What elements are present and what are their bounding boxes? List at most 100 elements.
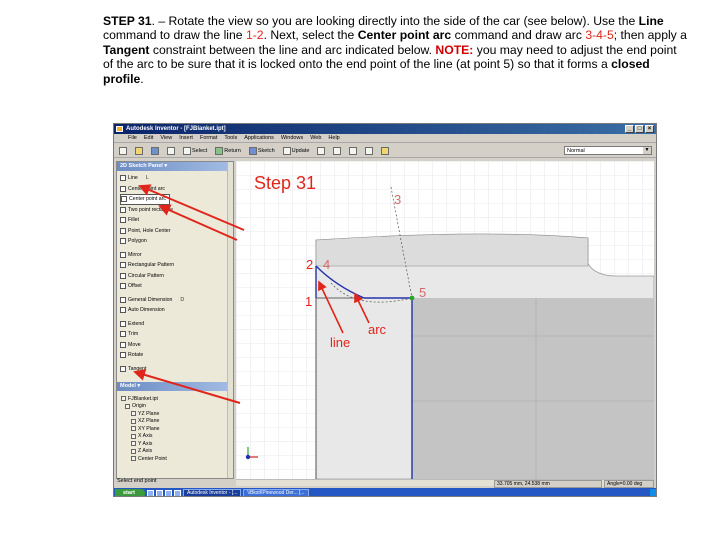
cmd-two-point-rectangle[interactable]: Two point rectangle: [120, 205, 233, 216]
panel-scrollbar[interactable]: [227, 162, 233, 478]
menu-view[interactable]: View: [160, 134, 172, 142]
cmd-center-point-circle[interactable]: Center point arc: [120, 184, 233, 195]
instruction-line-3: Tangent constraint between the line and …: [103, 43, 693, 57]
instruction-text-part: of the arc to be sure that it is locked …: [103, 57, 612, 72]
cmd-fillet[interactable]: Fillet: [120, 215, 233, 226]
window-title: Autodesk Inventor - [FJBlanket.ipt]: [126, 126, 226, 132]
cmd-trim[interactable]: Trim: [120, 329, 233, 340]
display-style-select[interactable]: Normal ▼: [564, 146, 652, 155]
close-button[interactable]: ×: [645, 125, 654, 133]
tree-item-yz-plane[interactable]: YZ Plane: [121, 410, 167, 418]
cmd-polygon[interactable]: Polygon: [120, 236, 233, 247]
menu-bar: File Edit View Insert Format Tools Appli…: [114, 134, 656, 143]
cmd-label: Rotate: [128, 352, 144, 359]
cmd-point-hole-center[interactable]: Point, Hole Center: [120, 226, 233, 237]
polygon-tool-icon: [120, 238, 126, 245]
cmd-line[interactable]: Line L: [120, 173, 233, 184]
model-tree: FJBlanket.ipt Origin YZ Plane XZ Plane X…: [121, 395, 167, 463]
update-button[interactable]: Update: [281, 145, 312, 156]
menu-tools[interactable]: Tools: [224, 134, 237, 142]
cmd-label: General Dimension: [128, 296, 173, 303]
cmd-extend[interactable]: Extend: [120, 319, 233, 330]
axis-icon: [131, 441, 136, 447]
new-button[interactable]: [117, 145, 129, 156]
cmd-offset[interactable]: Offset: [120, 281, 233, 292]
rectangle-tool-icon: [120, 206, 126, 213]
cmd-center-point-arc[interactable]: Center point arc: [120, 194, 170, 205]
tree-item-part[interactable]: FJBlanket.ipt: [121, 395, 167, 403]
tree-item-center-point[interactable]: Center Point: [121, 455, 167, 463]
minimize-button[interactable]: _: [625, 125, 634, 133]
status-bar: Select end point: [114, 477, 236, 486]
cmd-label: Two point rectangle: [128, 206, 173, 213]
model-browser-header[interactable]: Model ▾: [117, 382, 233, 391]
menu-format[interactable]: Format: [200, 134, 217, 142]
tree-item-xz-plane[interactable]: XZ Plane: [121, 418, 167, 426]
tree-item-xy-plane[interactable]: XY Plane: [121, 425, 167, 433]
dimension-tool-icon: [120, 296, 126, 303]
cmd-shortcut: L: [145, 175, 149, 182]
tree-label: XZ Plane: [138, 418, 160, 425]
cmd-label: Auto Dimension: [128, 307, 165, 314]
folder-icon: [125, 403, 130, 409]
tree-item-origin[interactable]: Origin: [121, 403, 167, 411]
quicklaunch-icon[interactable]: [156, 489, 163, 496]
cmd-label: Tangent: [128, 365, 147, 372]
sketch-graphics: [236, 161, 654, 479]
menu-file[interactable]: File: [128, 134, 137, 142]
cmd-general-dimension[interactable]: General Dimension D: [120, 295, 233, 306]
open-button[interactable]: [133, 145, 145, 156]
graphics-canvas[interactable]: [236, 161, 654, 479]
orbit-button[interactable]: [347, 145, 359, 156]
start-label: start: [123, 489, 135, 496]
taskbar-item-explorer[interactable]: \\Bkstl\Pinewood Der... [...: [243, 489, 309, 496]
cmd-rotate[interactable]: Rotate: [120, 350, 233, 361]
cmd-move[interactable]: Move: [120, 340, 233, 351]
panel-header[interactable]: 2D Sketch Panel ▾: [117, 162, 233, 171]
cmd-tangent[interactable]: Tangent: [120, 364, 233, 375]
fillet-tool-icon: [120, 217, 126, 224]
point-1-label: 1: [305, 294, 313, 309]
menu-edit[interactable]: Edit: [144, 134, 153, 142]
menu-applications[interactable]: Applications: [244, 134, 274, 142]
point-tool-icon: [120, 227, 126, 234]
cmd-auto-dimension[interactable]: Auto Dimension: [120, 305, 233, 316]
save-button[interactable]: [149, 145, 161, 156]
menu-insert[interactable]: Insert: [179, 134, 193, 142]
instruction-text-part: ; then apply a: [613, 28, 687, 43]
look-at-icon: [365, 146, 374, 155]
sketch-label: Sketch: [257, 147, 275, 154]
move-tool-icon: [120, 341, 126, 348]
select-button[interactable]: Select: [181, 145, 209, 156]
undo-button[interactable]: [165, 145, 177, 156]
tree-item-y-axis[interactable]: Y Axis: [121, 440, 167, 448]
taskbar-item-inventor[interactable]: Autodesk Inventor - [...: [183, 489, 242, 496]
look-at-button[interactable]: [363, 145, 375, 156]
quicklaunch-icon[interactable]: [174, 489, 181, 496]
cmd-mirror[interactable]: Mirror: [120, 250, 233, 261]
return-button[interactable]: Return: [213, 145, 243, 156]
instruction-line-1: STEP 31. – Rotate the view so you are lo…: [103, 14, 693, 28]
pan-button[interactable]: [331, 145, 343, 156]
cmd-circular-pattern[interactable]: Circular Pattern: [120, 271, 233, 282]
menu-windows[interactable]: Windows: [281, 134, 303, 142]
window-controls: _ □ ×: [625, 125, 654, 133]
zoom-button[interactable]: [315, 145, 327, 156]
quicklaunch-icon[interactable]: [165, 489, 172, 496]
windows-taskbar: start Autodesk Inventor - [... \\Bkstl\P…: [114, 488, 656, 496]
cmd-label: Mirror: [128, 251, 142, 258]
sketch-button[interactable]: Sketch: [247, 145, 277, 156]
trim-tool-icon: [120, 331, 126, 338]
shaded-display-button[interactable]: [379, 145, 391, 156]
tree-item-z-axis[interactable]: Z Axis: [121, 448, 167, 456]
car-body-side: [412, 298, 654, 479]
menu-web[interactable]: Web: [310, 134, 321, 142]
quicklaunch-icon[interactable]: [147, 489, 154, 496]
cmd-rectangular-pattern[interactable]: Rectangular Pattern: [120, 260, 233, 271]
tree-item-x-axis[interactable]: X Axis: [121, 433, 167, 441]
maximize-button[interactable]: □: [635, 125, 644, 133]
instruction-text-part: command and draw arc: [451, 28, 586, 43]
start-button[interactable]: start: [115, 488, 145, 496]
menu-help[interactable]: Help: [328, 134, 339, 142]
origin-indicator: [245, 454, 251, 460]
